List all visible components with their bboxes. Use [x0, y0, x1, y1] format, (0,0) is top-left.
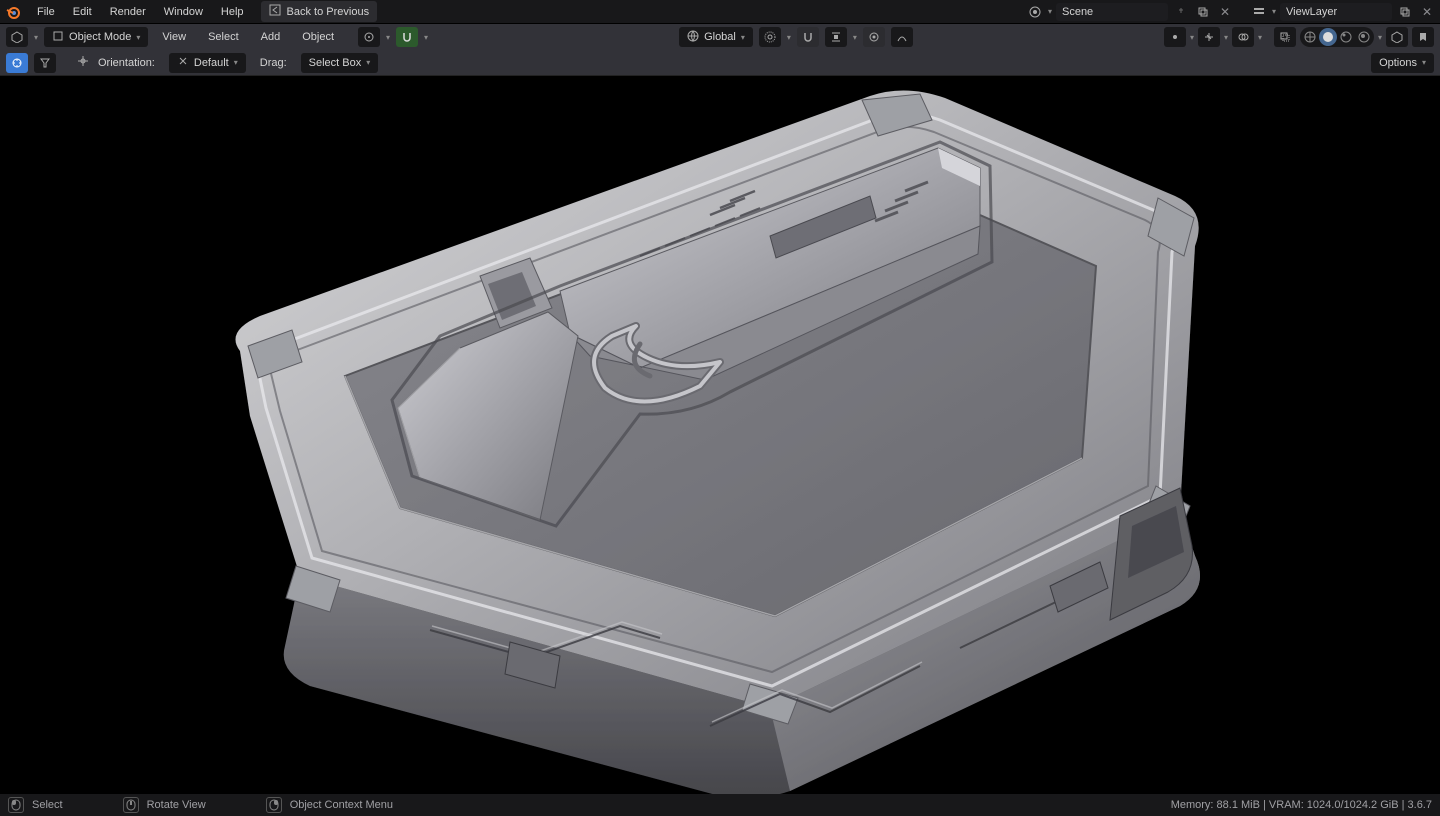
chevron-down-icon: ▾ [366, 58, 370, 67]
proportional-edit-icon[interactable] [863, 27, 885, 47]
back-to-previous-button[interactable]: Back to Previous [261, 1, 378, 22]
copy-viewlayer-icon[interactable] [1396, 3, 1414, 21]
snap-icon[interactable] [797, 27, 819, 47]
topbar: File Edit Render Window Help Back to Pre… [0, 0, 1440, 24]
gizmo-icon[interactable] [1198, 27, 1220, 47]
chevron-down-icon[interactable]: ▾ [1048, 7, 1052, 16]
chevron-down-icon[interactable]: ▾ [1258, 33, 1262, 42]
delete-scene-icon[interactable]: ✕ [1216, 3, 1234, 21]
chevron-down-icon[interactable]: ▾ [1224, 33, 1228, 42]
xray-icon[interactable] [1274, 27, 1296, 47]
chevron-down-icon: ▾ [1422, 58, 1426, 67]
mouse-left-icon [8, 797, 24, 813]
mode-selector[interactable]: Object Mode ▾ [44, 27, 148, 47]
chevron-down-icon[interactable]: ▾ [424, 33, 428, 42]
scene-browse-icon[interactable] [1026, 3, 1044, 21]
proportional-falloff-icon[interactable] [891, 27, 913, 47]
chevron-down-icon[interactable]: ▾ [1190, 33, 1194, 42]
drag-label: Drag: [252, 53, 295, 73]
mesh-select-mode-icon[interactable] [1164, 27, 1186, 47]
back-label: Back to Previous [287, 6, 370, 18]
menu-edit[interactable]: Edit [64, 2, 101, 22]
chevron-down-icon[interactable]: ▾ [787, 33, 791, 42]
mouse-middle-icon [123, 797, 139, 813]
pivot-icon[interactable] [358, 27, 380, 47]
globe-icon [687, 30, 699, 45]
drag-value-dropdown[interactable]: Select Box ▾ [301, 53, 379, 73]
select-menu[interactable]: Select [200, 27, 247, 47]
pivot-point-icon[interactable] [759, 27, 781, 47]
solid-shading-icon[interactable] [1319, 28, 1337, 46]
shading-mode-row [1300, 27, 1374, 47]
viewlayer-browse-icon[interactable] [1250, 3, 1268, 21]
mouse-right-icon [266, 797, 282, 813]
view-menu[interactable]: View [154, 27, 194, 47]
camera-view-icon[interactable] [1386, 27, 1408, 47]
menu-render[interactable]: Render [101, 2, 155, 22]
orientation-label: Orientation: [96, 53, 163, 73]
object-mode-icon [52, 30, 64, 45]
chevron-down-icon[interactable]: ▾ [34, 33, 38, 42]
chevron-down-icon: ▾ [741, 33, 745, 42]
chevron-down-icon: ▾ [136, 33, 140, 42]
status-rotate: Rotate View [123, 797, 206, 813]
status-select: Select [8, 797, 63, 813]
material-shading-icon[interactable] [1337, 28, 1355, 46]
chevron-down-icon[interactable]: ▾ [853, 33, 857, 42]
wireframe-shading-icon[interactable] [1301, 28, 1319, 46]
viewport-3d[interactable] [0, 76, 1440, 794]
chevron-down-icon[interactable]: ▾ [386, 33, 390, 42]
snap-magnet-icon[interactable] [396, 27, 418, 47]
rendered-shading-icon[interactable] [1355, 28, 1373, 46]
blender-logo-icon[interactable] [4, 3, 22, 21]
axis-icon [177, 55, 189, 70]
options-dropdown[interactable]: Options ▾ [1371, 53, 1434, 73]
chevron-down-icon[interactable]: ▾ [1378, 33, 1382, 42]
menu-file[interactable]: File [28, 2, 64, 22]
object-menu[interactable]: Object [294, 27, 342, 47]
back-icon [269, 4, 281, 19]
filter-icon[interactable] [34, 53, 56, 73]
orientation-dropdown[interactable]: Global ▾ [679, 27, 753, 47]
transform-gizmo-icon [76, 54, 90, 71]
bookmark-icon[interactable] [1412, 27, 1434, 47]
tool-settings-header: Orientation: Default ▾ Drag: Select Box … [0, 50, 1440, 76]
add-menu[interactable]: Add [253, 27, 289, 47]
menu-help[interactable]: Help [212, 2, 253, 22]
statusbar: Select Rotate View Object Context Menu M… [0, 794, 1440, 816]
viewport-header: ▾ Object Mode ▾ View Select Add Object ▾… [0, 24, 1440, 50]
status-context: Object Context Menu [266, 797, 393, 813]
snap-target-icon[interactable] [825, 27, 847, 47]
status-memory: Memory: 88.1 MiB | VRAM: 1024.0/1024.2 G… [1171, 799, 1432, 811]
overlays-icon[interactable] [1232, 27, 1254, 47]
pin-icon[interactable] [1172, 3, 1190, 21]
chevron-down-icon: ▾ [234, 58, 238, 67]
orientation-value-dropdown[interactable]: Default ▾ [169, 53, 246, 73]
viewlayer-field[interactable]: ViewLayer [1280, 3, 1392, 21]
editor-type-icon[interactable] [6, 27, 28, 47]
delete-viewlayer-icon[interactable]: ✕ [1418, 3, 1436, 21]
menu-window[interactable]: Window [155, 2, 212, 22]
copy-scene-icon[interactable] [1194, 3, 1212, 21]
scene-field[interactable]: Scene [1056, 3, 1168, 21]
tool-settings-icon[interactable] [6, 53, 28, 73]
chevron-down-icon[interactable]: ▾ [1272, 7, 1276, 16]
